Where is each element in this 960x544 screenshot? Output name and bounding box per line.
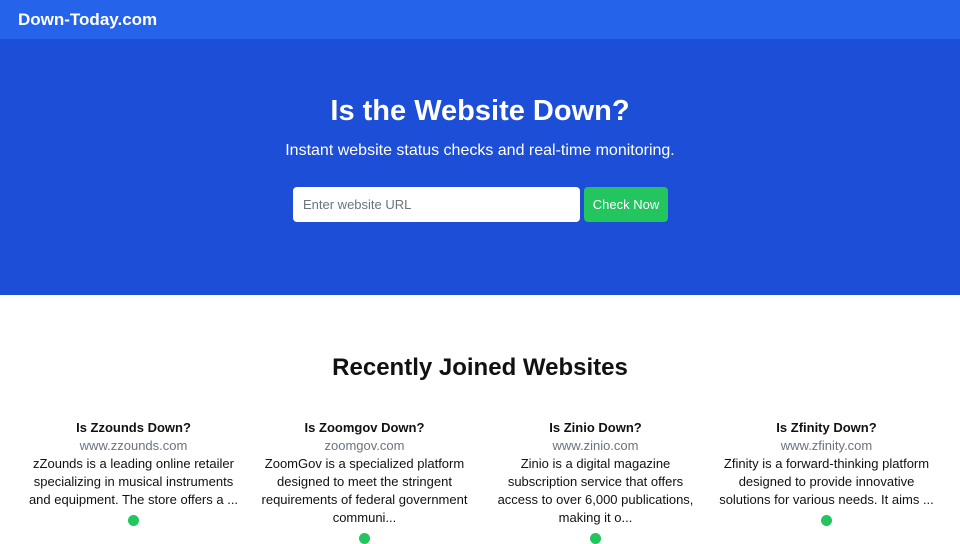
url-search-form: Check Now: [293, 187, 668, 222]
check-now-button[interactable]: Check Now: [584, 187, 668, 222]
site-card-description: Zfinity is a forward-thinking platform d…: [719, 456, 934, 507]
recent-sites-list: Is Zzounds Down? www.zzounds.com zZounds…: [18, 420, 942, 544]
site-card-title[interactable]: Is Zoomgov Down?: [257, 420, 472, 436]
site-card-title[interactable]: Is Zfinity Down?: [719, 420, 934, 436]
status-up-indicator: [821, 515, 832, 526]
site-card[interactable]: Is Zinio Down? www.zinio.com Zinio is a …: [480, 420, 711, 544]
hero-subtitle: Instant website status checks and real-t…: [285, 142, 675, 159]
status-up-indicator: [590, 533, 601, 544]
status-up-indicator: [128, 515, 139, 526]
site-card-url: www.zinio.com: [552, 438, 639, 453]
hero-title: Is the Website Down?: [330, 95, 630, 127]
site-card-description: Zinio is a digital magazine subscription…: [497, 456, 694, 525]
site-card[interactable]: Is Zzounds Down? www.zzounds.com zZounds…: [18, 420, 249, 544]
brand-logo[interactable]: Down-Today.com: [18, 10, 157, 30]
site-card-url: www.zzounds.com: [79, 438, 188, 453]
url-input[interactable]: [293, 187, 580, 222]
site-card-url: www.zfinity.com: [780, 438, 873, 453]
site-card[interactable]: Is Zfinity Down? www.zfinity.com Zfinity…: [711, 420, 942, 544]
site-card-url: zoomgov.com: [324, 438, 405, 453]
site-card-description: zZounds is a leading online retailer spe…: [28, 456, 239, 507]
hero-section: Is the Website Down? Instant website sta…: [0, 39, 960, 295]
recent-sites-title: Recently Joined Websites: [332, 354, 628, 381]
status-up-indicator: [359, 533, 370, 544]
navbar: Down-Today.com: [0, 0, 960, 39]
site-card-title[interactable]: Is Zinio Down?: [488, 420, 703, 436]
site-card-description: ZoomGov is a specialized platform design…: [261, 456, 468, 525]
site-card-title[interactable]: Is Zzounds Down?: [26, 420, 241, 436]
site-card[interactable]: Is Zoomgov Down? zoomgov.com ZoomGov is …: [249, 420, 480, 544]
